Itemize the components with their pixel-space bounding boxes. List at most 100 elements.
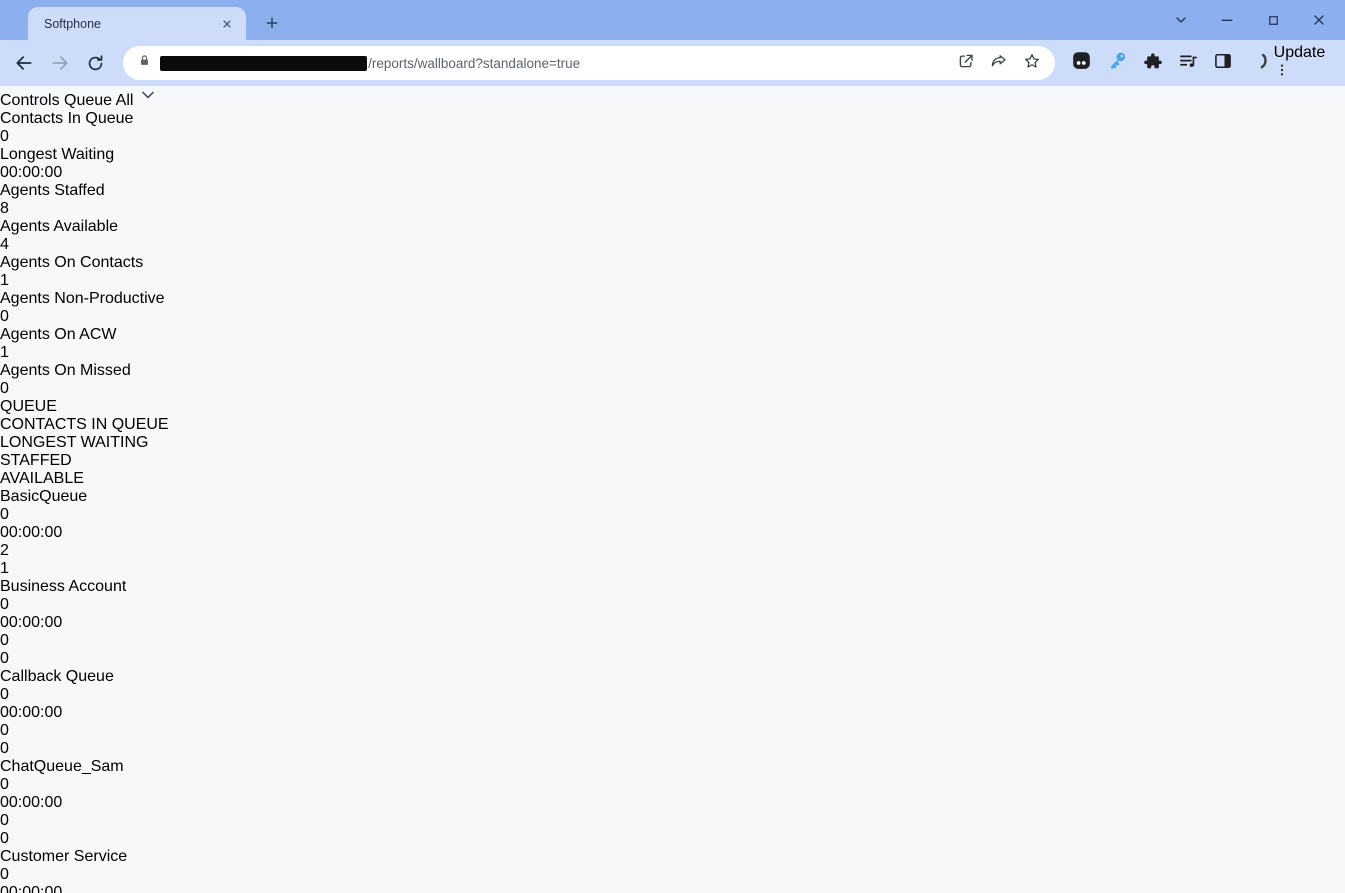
update-button-label: Update — [1274, 44, 1326, 61]
kpi-value: 0 — [0, 380, 1345, 398]
queue-table-card: QUEUECONTACTS IN QUEUELONGEST WAITINGSTA… — [0, 398, 1345, 893]
profile-avatar[interactable] — [1248, 50, 1274, 76]
column-header: CONTACTS IN QUEUE — [0, 416, 1345, 434]
kpi-grid: Contacts In Queue 0 Longest Waiting 00:0… — [0, 110, 1345, 398]
maximize-icon[interactable] — [1263, 10, 1283, 30]
dashboard-sheet: Wallboard Service Level Controls Queue A… — [0, 43, 1345, 893]
bookmark-star-icon[interactable] — [1023, 52, 1041, 75]
puzzle-extensions-icon[interactable] — [1143, 51, 1163, 76]
column-header: QUEUE — [0, 398, 1345, 416]
new-tab-button[interactable] — [258, 9, 286, 37]
extension-icons — [1071, 50, 1274, 76]
cell-available: 0 — [0, 830, 1345, 848]
kpi-value: 0 — [0, 308, 1345, 326]
side-panel-icon[interactable] — [1213, 51, 1233, 76]
queue-filter-label: Queue — [64, 92, 112, 109]
kpi-card: Agents On ACW 1 — [0, 326, 1345, 362]
column-header: AVAILABLE — [0, 470, 1345, 488]
extension-dots-icon[interactable] — [1071, 50, 1092, 76]
open-in-new-icon[interactable] — [957, 52, 975, 75]
kpi-label: Agents On ACW — [0, 326, 1345, 344]
kpi-card: Agents Staffed 8 — [0, 182, 1345, 218]
table-row: BasicQueue 0 00:00:00 2 1 — [0, 488, 1345, 578]
forward-icon[interactable] — [46, 49, 74, 77]
kpi-label: Agents Non-Productive — [0, 290, 1345, 308]
cell-contacts-in-queue: 0 — [0, 866, 1345, 884]
kpi-value: 1 — [0, 272, 1345, 290]
cell-contacts-in-queue: 0 — [0, 686, 1345, 704]
cell-contacts-in-queue: 0 — [0, 776, 1345, 794]
address-bar-actions — [957, 52, 1041, 75]
cell-queue: BasicQueue — [0, 488, 1345, 506]
cell-queue: Customer Service — [0, 848, 1345, 866]
update-button[interactable]: Update — [1274, 44, 1345, 83]
cell-staffed: 2 — [0, 542, 1345, 560]
cell-longest-waiting: 00:00:00 — [0, 884, 1345, 893]
browser-toolbar: /reports/wallboard?standalone=true — [0, 40, 1345, 86]
cell-available: 0 — [0, 740, 1345, 758]
table-row: Business Account 0 00:00:00 0 0 — [0, 578, 1345, 668]
kpi-card: Agents Available 4 — [0, 218, 1345, 254]
wallboard-page: Wallboard Last refreshed at 10:56:19 — [0, 0, 1345, 893]
browser-tab[interactable]: Softphone — [28, 7, 246, 40]
kpi-card: Agents On Missed 0 — [0, 362, 1345, 398]
kpi-value: 00:00:00 — [0, 164, 1345, 182]
reload-icon[interactable] — [81, 49, 109, 77]
cell-contacts-in-queue: 0 — [0, 506, 1345, 524]
table-row: ChatQueue_Sam 0 00:00:00 0 0 — [0, 758, 1345, 848]
kpi-card: Contacts In Queue 0 — [0, 110, 1345, 146]
kpi-value: 1 — [0, 344, 1345, 362]
cell-staffed: 0 — [0, 722, 1345, 740]
browser-window: Softphone — [0, 0, 1345, 893]
cell-longest-waiting: 00:00:00 — [0, 704, 1345, 722]
tab-close-icon[interactable] — [218, 15, 236, 33]
cell-longest-waiting: 00:00:00 — [0, 524, 1345, 542]
share-icon[interactable] — [990, 52, 1008, 75]
kpi-value: 8 — [0, 200, 1345, 218]
key-extension-icon[interactable] — [1107, 50, 1128, 76]
lock-icon[interactable] — [137, 53, 152, 73]
kpi-value: 0 — [0, 128, 1345, 146]
kpi-label: Contacts In Queue — [0, 110, 1345, 128]
address-bar[interactable]: /reports/wallboard?standalone=true — [123, 46, 1055, 80]
kpi-card: Longest Waiting 00:00:00 — [0, 146, 1345, 182]
kpi-label: Agents On Missed — [0, 362, 1345, 380]
cell-staffed: 0 — [0, 632, 1345, 650]
kpi-card: Agents Non-Productive 0 — [0, 290, 1345, 326]
table-row: Customer Service 0 00:00:00 0 0 — [0, 848, 1345, 893]
cell-queue: ChatQueue_Sam — [0, 758, 1345, 776]
queue-filter-value[interactable]: All — [116, 92, 134, 109]
cell-available: 0 — [0, 650, 1345, 668]
close-window-icon[interactable] — [1309, 10, 1329, 30]
url-redaction-bar — [160, 56, 367, 71]
cell-queue: Callback Queue — [0, 668, 1345, 686]
cell-staffed: 0 — [0, 812, 1345, 830]
cell-queue: Business Account — [0, 578, 1345, 596]
controls-bar: Controls Queue All — [0, 85, 1345, 110]
back-icon[interactable] — [10, 49, 38, 77]
kpi-label: Agents On Contacts — [0, 254, 1345, 272]
cell-longest-waiting: 00:00:00 — [0, 614, 1345, 632]
tab-search-chevron-icon[interactable] — [1171, 10, 1191, 30]
controls-label: Controls — [0, 92, 60, 109]
tab-title: Softphone — [44, 17, 218, 31]
cell-available: 1 — [0, 560, 1345, 578]
browser-menu-kebab-icon[interactable] — [1274, 65, 1290, 82]
column-header: LONGEST WAITING — [0, 434, 1345, 452]
kpi-card: Agents On Contacts 1 — [0, 254, 1345, 290]
column-header: STAFFED — [0, 452, 1345, 470]
minimize-icon[interactable] — [1217, 10, 1237, 30]
media-controls-icon[interactable] — [1178, 51, 1198, 76]
kpi-label: Longest Waiting — [0, 146, 1345, 164]
kpi-value: 4 — [0, 236, 1345, 254]
table-row: Callback Queue 0 00:00:00 0 0 — [0, 668, 1345, 758]
window-controls — [1171, 0, 1337, 40]
cell-contacts-in-queue: 0 — [0, 596, 1345, 614]
queue-table-body: BasicQueue 0 00:00:00 2 1 Business Accou… — [0, 488, 1345, 893]
controls-collapse-chevron-icon[interactable] — [138, 92, 158, 109]
queue-table-header: QUEUECONTACTS IN QUEUELONGEST WAITINGSTA… — [0, 398, 1345, 488]
browser-titlebar: Softphone — [0, 0, 1345, 40]
kpi-label: Agents Staffed — [0, 182, 1345, 200]
url-path: /reports/wallboard?standalone=true — [368, 56, 957, 71]
cell-longest-waiting: 00:00:00 — [0, 794, 1345, 812]
